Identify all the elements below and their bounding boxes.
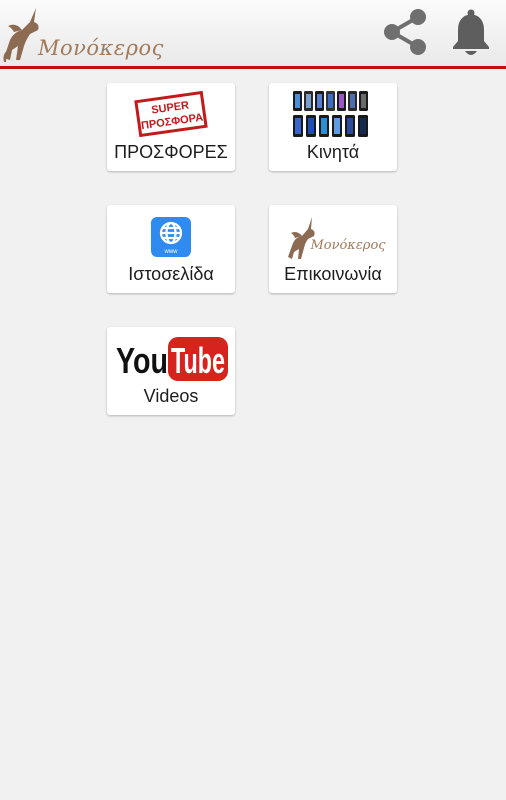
share-icon[interactable] [380,6,430,58]
tile-label-contact: Επικοινωνία [284,264,382,284]
tile-label-mobiles: Κινητά [306,142,360,162]
youtube-logo-icon: You Tube [116,337,228,381]
logo-text: Μονόκερος [38,36,164,60]
tile-label-offers: ΠΡΟΣΦΟΡΕΣ [114,142,228,162]
tile-mobiles[interactable]: Κινητά [269,83,397,171]
youtube-you-text: You [116,340,168,381]
monokeros-logo-icon: Μονόκερος [288,217,386,259]
app-logo[interactable]: Μονόκερος [0,0,163,66]
super-offer-stamp-icon: SUPER ΠΡΟΣΦΟΡΑ [134,90,208,138]
tile-label-videos: Videos [143,386,199,406]
tile-contact[interactable]: Μονόκερος Επικοινωνία [269,205,397,293]
tile-offers[interactable]: SUPER ΠΡΟΣΦΟΡΑ ΠΡΟΣΦΟΡΕΣ [107,83,235,171]
tile-videos[interactable]: You Tube Videos [107,327,235,415]
bell-icon[interactable] [449,8,493,58]
contact-logo-text: Μονόκερος [309,238,386,253]
smartphones-icon [293,91,368,137]
app-bar: Μονόκερος [0,0,506,69]
www-text: www [164,249,179,255]
website-globe-icon: www [151,217,191,257]
youtube-tube-text: Tube [171,340,225,381]
tile-website[interactable]: www Ιστοσελίδα [107,205,235,293]
tile-label-website: Ιστοσελίδα [128,264,214,284]
